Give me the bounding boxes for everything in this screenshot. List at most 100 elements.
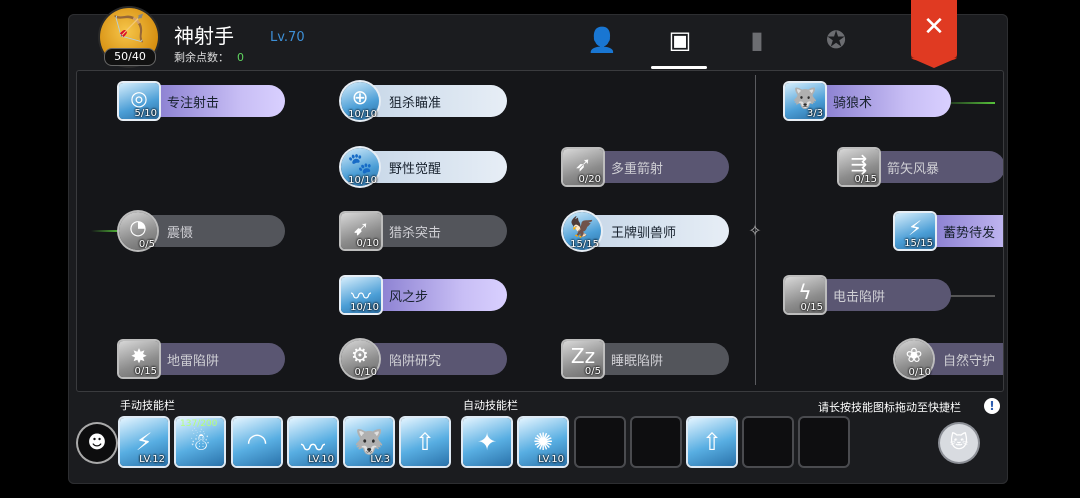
shock-trap-icon[interactable]: ϟ 0/15 bbox=[785, 277, 825, 313]
skill-glyph: ➹ bbox=[352, 216, 370, 240]
close-button[interactable]: ✕ bbox=[911, 0, 957, 68]
info-icon[interactable]: ! bbox=[984, 398, 1000, 414]
skill-glyph: ➶ bbox=[574, 152, 592, 176]
arrow-rain-icon: ⇧ bbox=[414, 428, 436, 456]
skill-name: 风之步 bbox=[389, 290, 429, 305]
eagle-icon[interactable]: 🦅 15/15 bbox=[563, 212, 601, 250]
skill-level: 0/5 bbox=[138, 239, 155, 250]
skill-name: 睡眠陷阱 bbox=[611, 354, 664, 369]
skill-node[interactable]: 野性觉醒 🐾 10/10 bbox=[341, 148, 511, 186]
skill-level: 0/15 bbox=[854, 174, 877, 185]
wolf-ride-icon: 🐺 bbox=[354, 428, 384, 456]
close-icon: ✕ bbox=[923, 12, 945, 42]
paw-icon[interactable]: 🐾 10/10 bbox=[341, 148, 379, 186]
skill-level: 0/5 bbox=[584, 366, 601, 377]
auto-skillbar-label: 自动技能栏 bbox=[463, 399, 518, 412]
book-tab[interactable]: ▮ bbox=[737, 22, 777, 58]
skill-slot[interactable]: 🐺 LV.3 bbox=[345, 418, 393, 466]
class-title: 神射手 bbox=[174, 24, 234, 48]
skill-slot[interactable]: ☃ 137/200 bbox=[176, 418, 224, 466]
wolf-ride-icon[interactable]: 🐺 3/3 bbox=[785, 83, 825, 119]
skill-slot[interactable]: 〰 LV.10 bbox=[289, 418, 337, 466]
skillbar-hint: 请长按技能图标拖动至快捷栏 bbox=[818, 401, 961, 414]
pet-face-button[interactable]: ☻ bbox=[78, 424, 116, 462]
skill-name: 专注射击 bbox=[167, 96, 220, 111]
empty-skill-slot[interactable] bbox=[800, 418, 848, 466]
skill-name-pill bbox=[137, 215, 285, 247]
skills-tab[interactable]: ▣ bbox=[660, 22, 700, 58]
empty-skill-slot[interactable] bbox=[744, 418, 792, 466]
skill-level: 0/10 bbox=[908, 367, 931, 378]
contact-book-icon: ▣ bbox=[668, 26, 692, 54]
trap-study-icon[interactable]: ⚙ 0/10 bbox=[341, 340, 379, 378]
skill-slot[interactable]: ✺ LV.10 bbox=[519, 418, 567, 466]
skill-glyph: ◔ bbox=[129, 215, 147, 239]
manual-skillbar-label: 手动技能栏 bbox=[120, 399, 175, 412]
piercing-shot-icon: ✦ bbox=[476, 428, 498, 456]
skill-slot[interactable]: ✦ bbox=[463, 418, 511, 466]
gauge-icon[interactable]: ◔ 0/5 bbox=[119, 212, 157, 250]
skill-node[interactable]: 地雷陷阱 ✸ 0/15 bbox=[119, 341, 289, 377]
skill-glyph: 🐺 bbox=[792, 86, 818, 110]
skill-name: 电击陷阱 bbox=[833, 290, 886, 305]
frost-burst-icon: ☃ bbox=[189, 428, 211, 456]
skill-level: 0/15 bbox=[134, 366, 157, 377]
winged-star-icon: ✪ bbox=[825, 26, 847, 54]
skill-node[interactable]: 蓄势待发 ⚡ 15/15 bbox=[895, 213, 1003, 249]
book-icon: ▮ bbox=[750, 26, 764, 54]
crosshair-icon[interactable]: ⊕ 10/10 bbox=[341, 82, 379, 120]
skill-node[interactable]: 自然守护 ❀ 0/10 bbox=[895, 340, 1003, 378]
focus-shot-icon[interactable]: ◎ 5/10 bbox=[119, 83, 159, 119]
skill-slot[interactable]: ◠ bbox=[233, 418, 281, 466]
hunt-assault-icon[interactable]: ➹ 0/10 bbox=[341, 213, 381, 249]
skill-glyph: ⊕ bbox=[351, 85, 369, 109]
skill-name: 骑狼术 bbox=[833, 96, 873, 111]
skill-node[interactable]: 震慑 ◔ 0/5 bbox=[119, 212, 289, 250]
skill-node[interactable]: 箭矢风暴 ⇶ 0/15 bbox=[839, 149, 1003, 185]
skill-slot[interactable]: ⚡ LV.12 bbox=[120, 418, 168, 466]
landmine-icon[interactable]: ✸ 0/15 bbox=[119, 341, 159, 377]
skill-level: 0/10 bbox=[356, 238, 379, 249]
bow-icon: ◠ bbox=[246, 428, 268, 456]
skill-glyph: 🐾 bbox=[347, 151, 373, 175]
skill-name: 地雷陷阱 bbox=[167, 354, 220, 369]
skill-name: 王牌驯兽师 bbox=[611, 226, 677, 241]
nature-guard-icon[interactable]: ❀ 0/10 bbox=[895, 340, 933, 378]
skill-node[interactable]: 睡眠陷阱 Zz 0/5 bbox=[563, 341, 733, 377]
empty-skill-slot[interactable] bbox=[576, 418, 624, 466]
skill-name: 猎杀突击 bbox=[389, 226, 442, 241]
multi-arrow-icon[interactable]: ➶ 0/20 bbox=[563, 149, 603, 185]
skill-slot[interactable]: ⇧ bbox=[401, 418, 449, 466]
skill-level: 0/15 bbox=[800, 302, 823, 313]
skill-node[interactable]: 狙杀瞄准 ⊕ 10/10 bbox=[341, 82, 511, 120]
arrow-storm-icon[interactable]: ⇶ 0/15 bbox=[839, 149, 879, 185]
skill-glyph: Zz bbox=[570, 344, 596, 368]
cat-pet-button[interactable]: 🐱 bbox=[940, 424, 978, 462]
skill-node[interactable]: 电击陷阱 ϟ 0/15 bbox=[785, 277, 955, 313]
skill-glyph: ⇶ bbox=[850, 152, 868, 176]
skill-node[interactable]: 多重箭射 ➶ 0/20 bbox=[563, 149, 733, 185]
skill-node[interactable]: 猎杀突击 ➹ 0/10 bbox=[341, 213, 511, 249]
skill-node[interactable]: 专注射击 ◎ 5/10 bbox=[119, 83, 289, 119]
skill-slot[interactable]: ⇧ bbox=[688, 418, 736, 466]
skill-node[interactable]: 陷阱研究 ⚙ 0/10 bbox=[341, 340, 511, 378]
skill-level: 15/15 bbox=[904, 238, 933, 249]
skill-level: 5/10 bbox=[134, 108, 157, 119]
skill-node[interactable]: 王牌驯兽师 🦅 15/15 bbox=[563, 212, 733, 250]
emblem-tab[interactable]: ✪ bbox=[816, 22, 856, 58]
empty-skill-slot[interactable] bbox=[632, 418, 680, 466]
skill-level: 10/10 bbox=[350, 302, 379, 313]
skill-node[interactable]: 骑狼术 🐺 3/3 bbox=[785, 83, 955, 119]
divider-ornament-icon: ✧ bbox=[748, 221, 762, 240]
skill-node[interactable]: 风之步〰 10/10 bbox=[341, 277, 511, 313]
charged-icon[interactable]: ⚡ 15/15 bbox=[895, 213, 935, 249]
sleep-trap-icon[interactable]: Zz 0/5 bbox=[563, 341, 603, 377]
wind-step-icon[interactable]: 〰 10/10 bbox=[341, 277, 381, 313]
class-level: Lv.70 bbox=[270, 30, 305, 45]
skill-glyph: ϟ bbox=[798, 280, 812, 304]
skill-level: 15/15 bbox=[570, 239, 599, 250]
skill-glyph: 🦅 bbox=[569, 215, 595, 239]
skill-glyph: ⚙ bbox=[351, 343, 369, 367]
skill-name: 狙杀瞄准 bbox=[389, 96, 442, 111]
profile-tab[interactable]: 👤 bbox=[582, 22, 622, 58]
